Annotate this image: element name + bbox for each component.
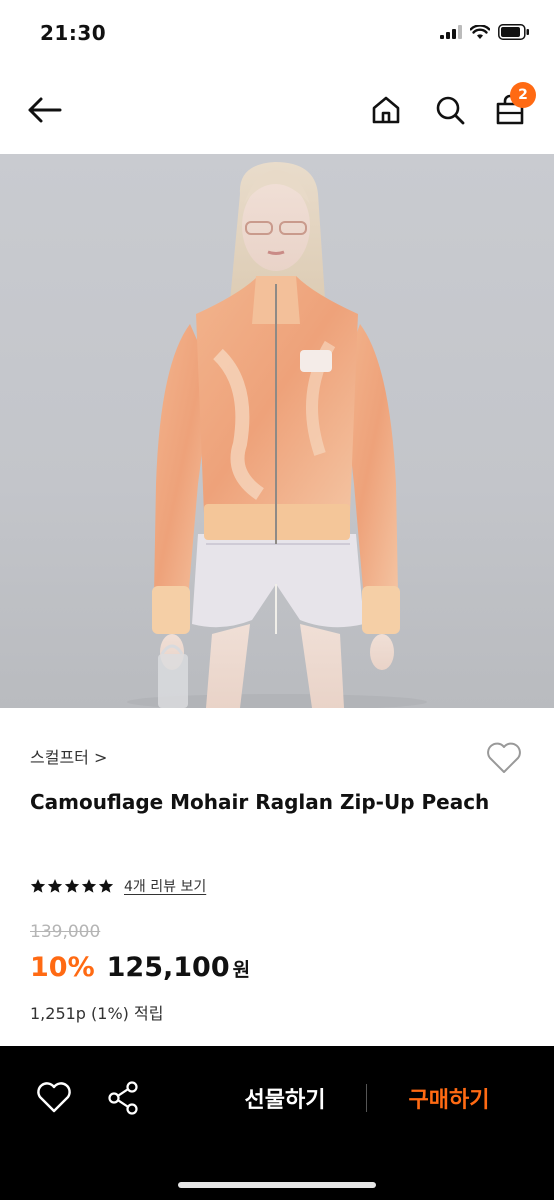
buy-button[interactable]: 구매하기	[384, 1076, 514, 1120]
wishlist-button[interactable]	[484, 738, 524, 778]
share-icon	[108, 1081, 138, 1115]
heart-icon	[487, 742, 521, 773]
product-photo-illustration	[127, 162, 427, 708]
cart-button[interactable]: 2	[488, 82, 536, 132]
wifi-icon	[470, 24, 490, 39]
brand-link[interactable]: 스컬프터 >	[30, 744, 107, 768]
share-button[interactable]	[104, 1078, 144, 1118]
star-icon	[30, 879, 46, 893]
star-icon	[81, 879, 97, 893]
top-nav-bar: 2	[0, 66, 554, 154]
review-link[interactable]: 4개 리뷰 보기	[124, 876, 206, 896]
heart-icon	[37, 1082, 71, 1113]
home-icon	[372, 96, 400, 124]
cart-count-badge: 2	[510, 82, 536, 108]
original-price: 139,000	[30, 922, 101, 942]
back-button[interactable]	[22, 88, 66, 132]
rating-row: 4개 리뷰 보기	[30, 876, 206, 896]
product-title: Camouflage Mohair Raglan Zip-Up Peach	[30, 790, 490, 814]
product-image[interactable]	[0, 154, 554, 708]
rating-stars	[30, 878, 114, 894]
star-icon	[98, 879, 114, 893]
reward-points: 1,251p (1%) 적립	[30, 1004, 164, 1023]
home-button[interactable]	[364, 88, 408, 132]
star-icon	[47, 879, 63, 893]
bottom-action-bar: 선물하기 구매하기	[0, 1046, 554, 1200]
status-bar: 21:30	[0, 0, 554, 66]
status-time: 21:30	[40, 21, 107, 45]
status-icons	[440, 24, 530, 40]
gift-button[interactable]: 선물하기	[220, 1076, 350, 1120]
bottom-wishlist-button[interactable]	[34, 1078, 74, 1118]
home-indicator[interactable]	[178, 1182, 376, 1188]
battery-icon	[498, 24, 529, 40]
star-icon	[64, 879, 80, 893]
sale-price: 125,100	[106, 952, 230, 983]
price-row: 10% 125,100 원	[30, 952, 250, 983]
back-arrow-icon	[28, 97, 62, 123]
discount-rate: 10%	[30, 952, 95, 983]
signal-icon	[440, 25, 462, 39]
currency-label: 원	[232, 959, 251, 981]
button-divider	[366, 1084, 367, 1112]
search-button[interactable]	[428, 88, 472, 132]
search-icon	[436, 96, 465, 125]
